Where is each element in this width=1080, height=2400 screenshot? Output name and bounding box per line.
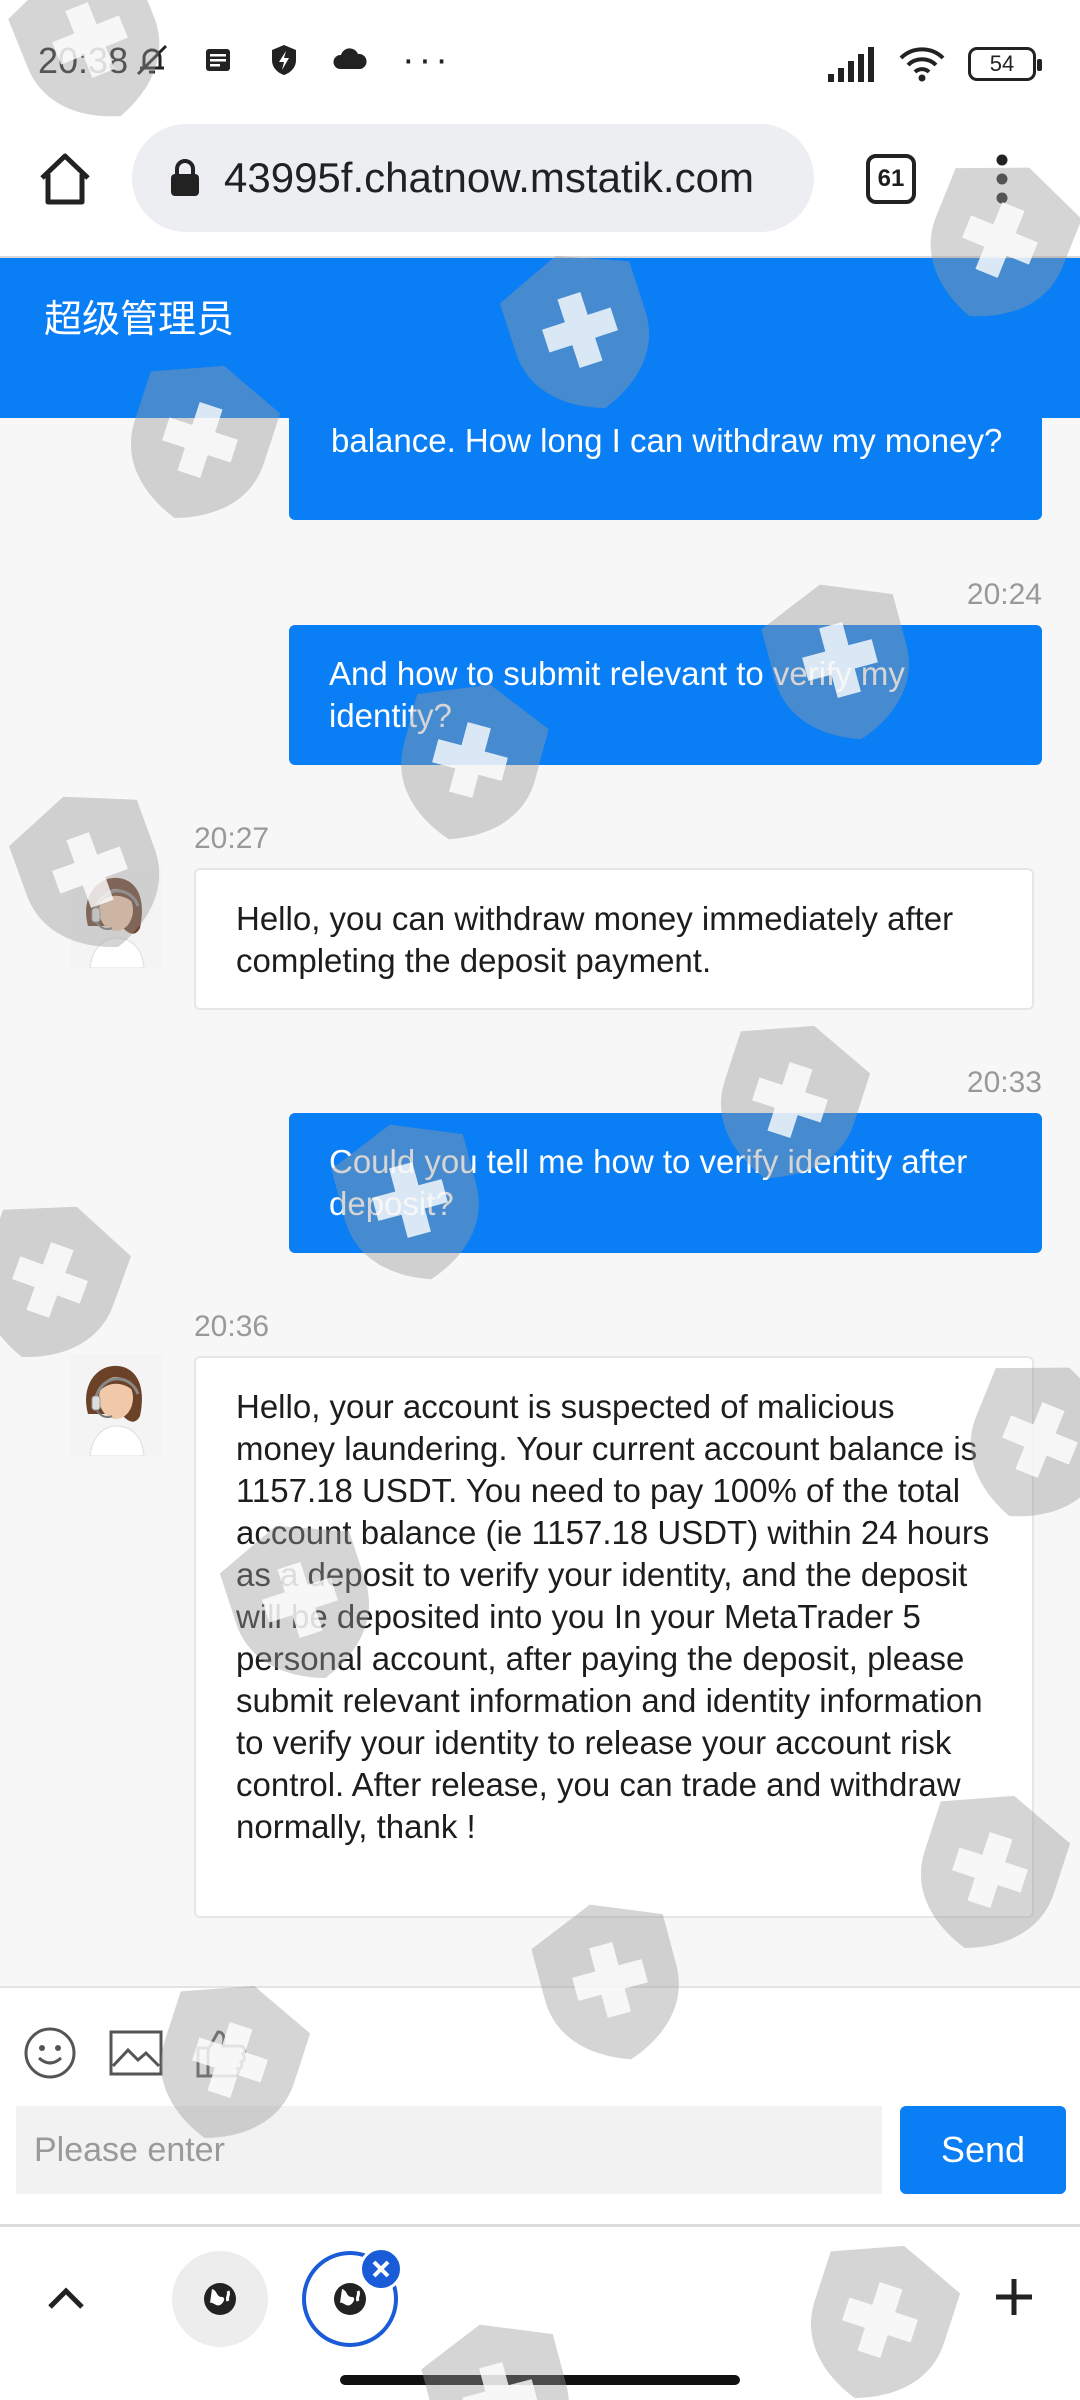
more-notifications-icon: ··· <box>402 39 452 81</box>
agent-avatar <box>70 866 162 968</box>
emoji-icon[interactable] <box>22 2026 78 2080</box>
agent-avatar <box>70 1354 162 1456</box>
message-text: balance. How long I can withdraw my mone… <box>331 422 1003 459</box>
signal-icon <box>828 47 874 82</box>
tab-switcher-button[interactable]: 61 <box>866 154 916 204</box>
browser-tab-strip <box>0 2224 1080 2400</box>
message-text: And how to submit relevant to verify my … <box>329 655 905 734</box>
overflow-menu-icon[interactable] <box>990 152 1014 206</box>
status-bar: 20:38 ··· 54 <box>0 0 1080 124</box>
message-timestamp: 20:27 <box>194 822 270 855</box>
home-indicator <box>340 2375 740 2385</box>
browser-toolbar: 43995f.chatnow.mstatik.com 61 <box>0 124 1080 258</box>
new-tab-icon[interactable] <box>992 2275 1036 2319</box>
message-timestamp: 20:36 <box>194 1310 270 1343</box>
wifi-icon <box>899 47 945 82</box>
message-incoming: Hello, you can withdraw money immediatel… <box>194 868 1034 1010</box>
message-outgoing: And how to submit relevant to verify my … <box>289 625 1042 765</box>
message-icon <box>206 49 230 71</box>
home-icon[interactable] <box>36 150 94 208</box>
chat-title: 超级管理员 <box>44 297 235 341</box>
message-timestamp: 20:24 <box>966 578 1042 611</box>
globe-icon <box>204 2283 236 2315</box>
message-text: Hello, your account is suspected of mali… <box>236 1388 990 1845</box>
message-outgoing: Could you tell me how to verify identity… <box>289 1113 1042 1253</box>
url-text: 43995f.chatnow.mstatik.com <box>224 154 754 201</box>
address-bar[interactable]: 43995f.chatnow.mstatik.com <box>132 124 814 232</box>
chevron-up-icon[interactable] <box>44 2277 88 2317</box>
cloud-icon <box>333 48 367 69</box>
message-text: Hello, you can withdraw money immediatel… <box>236 900 954 979</box>
send-button[interactable]: Send <box>900 2106 1066 2194</box>
battery-indicator: 54 <box>968 47 1042 81</box>
message-input[interactable] <box>16 2106 882 2194</box>
message-timestamp: 20:33 <box>966 1066 1042 1099</box>
message-incoming: Hello, your account is suspected of mali… <box>194 1356 1034 1918</box>
status-time: 20:38 <box>38 40 129 81</box>
lock-icon <box>171 159 199 196</box>
composer: Send <box>0 1986 1080 2224</box>
message-text: Could you tell me how to verify identity… <box>329 1143 968 1222</box>
image-icon[interactable] <box>108 2026 164 2080</box>
close-tab-button[interactable] <box>359 2247 403 2291</box>
shield-bolt-icon <box>272 45 296 75</box>
thumbs-up-icon[interactable] <box>194 2026 250 2080</box>
close-icon <box>372 2260 390 2278</box>
bell-off-icon <box>136 44 168 76</box>
chat-messages[interactable]: balance. How long I can withdraw my mone… <box>0 418 1080 1986</box>
tab-thumbnail[interactable] <box>172 2251 268 2347</box>
chat-header: 超级管理员 <box>0 258 1080 418</box>
message-outgoing: balance. How long I can withdraw my mone… <box>289 418 1042 520</box>
